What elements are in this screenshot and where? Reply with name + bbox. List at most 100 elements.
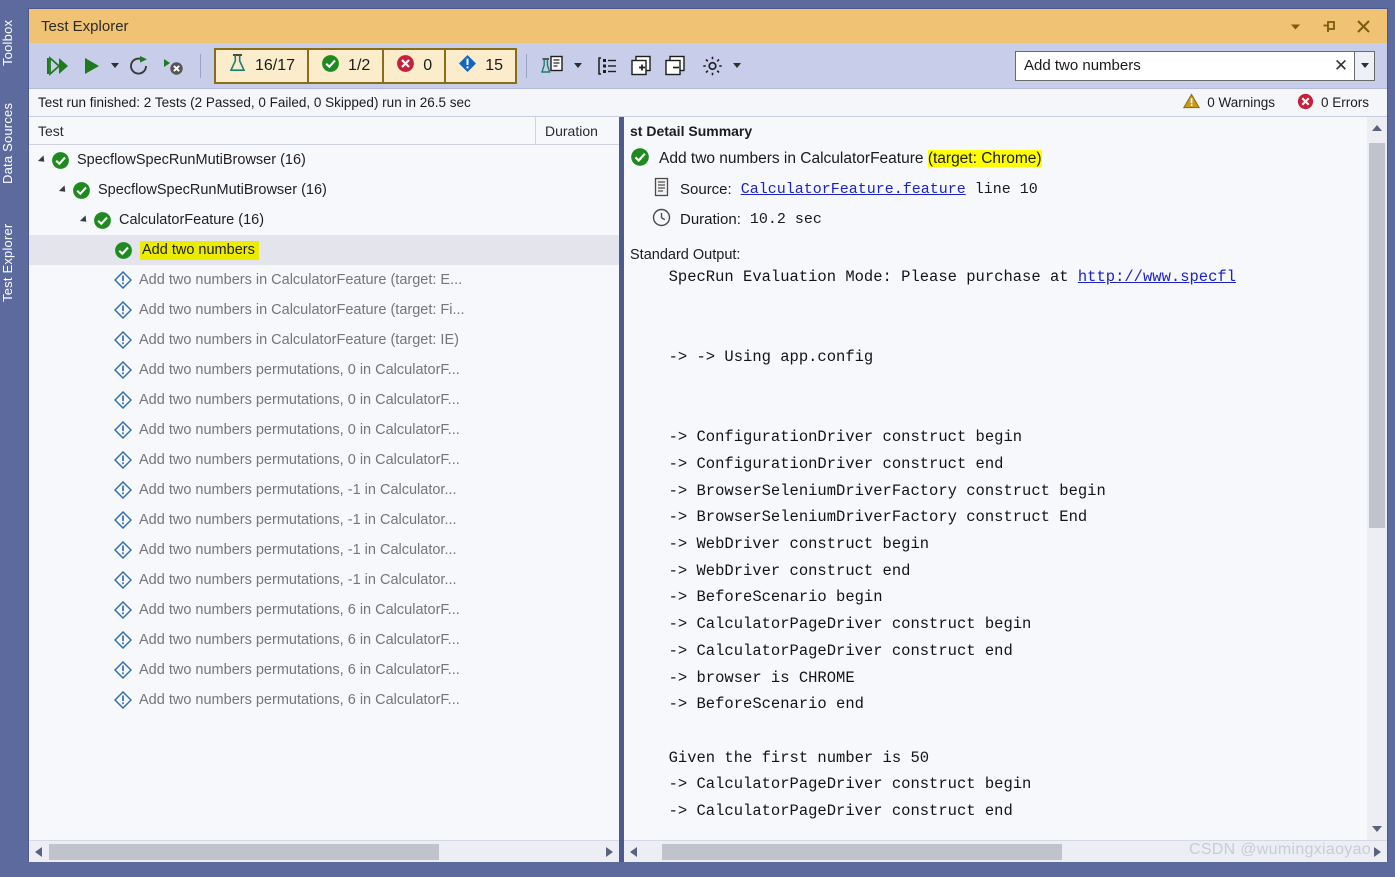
test-explorer-window: Test Explorer 16/17 1/2 0 15 Add two num…: [28, 8, 1388, 862]
settings-button[interactable]: [696, 49, 729, 83]
source-file-link[interactable]: CalculatorFeature.feature: [741, 181, 966, 198]
test-tree-row[interactable]: SpecflowSpecRunMutiBrowser (16): [29, 145, 619, 175]
test-tree-row[interactable]: Add two numbers permutations, -1 in Calc…: [29, 535, 619, 565]
test-tree-row[interactable]: Add two numbers permutations, 6 in Calcu…: [29, 655, 619, 685]
test-tree-row[interactable]: Add two numbers in CalculatorFeature (ta…: [29, 295, 619, 325]
passed-icon: [93, 211, 112, 230]
detail-vscroll-thumb[interactable]: [1369, 143, 1385, 528]
notrun-icon: [458, 54, 477, 78]
dock-tab-test-explorer[interactable]: Test Explorer: [0, 200, 28, 308]
run-button[interactable]: [75, 49, 107, 83]
test-tree-row[interactable]: Add two numbers permutations, 0 in Calcu…: [29, 415, 619, 445]
test-tree-row[interactable]: SpecflowSpecRunMutiBrowser (16): [29, 175, 619, 205]
notrun-tests-value: 15: [485, 56, 503, 74]
test-tree-row[interactable]: Add two numbers permutations, 0 in Calcu…: [29, 355, 619, 385]
expand-collapse-triangle-icon[interactable]: [58, 185, 69, 196]
run-dropdown-caret-icon[interactable]: [111, 63, 119, 68]
notrun-icon: [114, 571, 132, 589]
left-horizontal-scrollbar[interactable]: [29, 840, 619, 862]
errors-indicator[interactable]: 0 Errors: [1297, 93, 1369, 113]
left-hscroll-thumb[interactable]: [49, 843, 439, 860]
warnings-indicator[interactable]: 0 Warnings: [1183, 93, 1275, 112]
expand-collapse-triangle-icon[interactable]: [79, 215, 90, 226]
test-tree-row[interactable]: Add two numbers in CalculatorFeature (ta…: [29, 325, 619, 355]
total-tests-counter[interactable]: 16/17: [216, 49, 310, 82]
expand-collapse-triangle-icon[interactable]: [37, 155, 48, 166]
test-tree-row[interactable]: Add two numbers permutations, -1 in Calc…: [29, 475, 619, 505]
close-icon[interactable]: [1353, 16, 1373, 36]
passed-tests-counter[interactable]: 1/2: [309, 49, 385, 82]
warning-icon: [1183, 93, 1201, 112]
toolbar: 16/17 1/2 0 15 Add two numbers ✕: [29, 43, 1387, 89]
standard-output-log[interactable]: SpecRun Evaluation Mode: Please purchase…: [624, 264, 1387, 825]
right-hscroll-thumb[interactable]: [662, 843, 1062, 860]
detail-panel-title: st Detail Summary: [630, 123, 753, 139]
test-row-label: Add two numbers permutations, -1 in Calc…: [139, 572, 457, 588]
toolbar-separator-1: [200, 53, 201, 78]
run-all-button[interactable]: [39, 49, 75, 83]
dock-tab-toolbox[interactable]: Toolbox: [0, 6, 28, 72]
column-header-duration[interactable]: Duration: [536, 117, 619, 144]
run-status-text: Test run finished: 2 Tests (2 Passed, 0 …: [38, 95, 471, 110]
notrun-tests-counter[interactable]: 15: [446, 50, 515, 82]
errors-label: 0 Errors: [1320, 95, 1369, 110]
test-tree-row[interactable]: Add two numbers in CalculatorFeature (ta…: [29, 265, 619, 295]
failed-tests-counter[interactable]: 0: [384, 49, 447, 82]
scroll-up-icon[interactable]: [1367, 119, 1387, 137]
playlist-dropdown-caret-icon[interactable]: [574, 63, 582, 68]
test-row-label: SpecflowSpecRunMutiBrowser (16): [98, 182, 327, 198]
failed-tests-value: 0: [423, 56, 433, 74]
repeat-last-run-button[interactable]: [123, 49, 156, 83]
column-header-test[interactable]: Test: [29, 117, 536, 144]
expand-all-button[interactable]: [624, 49, 658, 83]
dock-tab-data-sources[interactable]: Data Sources: [0, 84, 28, 190]
notrun-icon: [114, 271, 132, 289]
scroll-right-icon[interactable]: [1367, 842, 1387, 862]
group-by-button[interactable]: [592, 49, 624, 83]
test-tree-row[interactable]: Add two numbers permutations, 0 in Calcu…: [29, 385, 619, 415]
right-hscroll-track[interactable]: [644, 843, 1367, 860]
test-tree-row[interactable]: Add two numbers permutations, 6 in Calcu…: [29, 685, 619, 715]
scroll-down-icon[interactable]: [1367, 820, 1387, 838]
window-controls: [1285, 16, 1373, 36]
test-tree-row[interactable]: Add two numbers permutations, -1 in Calc…: [29, 505, 619, 535]
test-tree-row[interactable]: Add two numbers permutations, -1 in Calc…: [29, 565, 619, 595]
scroll-right-icon[interactable]: [599, 842, 619, 862]
collapse-all-button[interactable]: [658, 49, 692, 83]
test-tree-row[interactable]: Add two numbers: [29, 235, 619, 265]
left-hscroll-track[interactable]: [49, 843, 599, 860]
pin-icon[interactable]: [1319, 16, 1339, 36]
test-row-label: SpecflowSpecRunMutiBrowser (16): [77, 152, 306, 168]
stop-button[interactable]: [156, 49, 191, 83]
detail-source-row: Source: CalculatorFeature.feature line 1…: [624, 177, 1387, 201]
detail-test-header: Add two numbers in CalculatorFeature (ta…: [624, 147, 1387, 170]
specflow-url-link[interactable]: http://www.specfl: [1078, 268, 1236, 286]
search-input[interactable]: [1016, 56, 1328, 75]
settings-dropdown-caret-icon[interactable]: [733, 63, 741, 68]
chevron-down-icon[interactable]: [1285, 16, 1305, 36]
tree-column-headers: Test Duration: [29, 117, 619, 145]
test-row-label: Add two numbers permutations, 0 in Calcu…: [139, 392, 460, 408]
notrun-icon: [114, 661, 132, 679]
test-row-label: CalculatorFeature (16): [119, 212, 265, 228]
playlist-button[interactable]: [536, 49, 570, 83]
search-dropdown-button[interactable]: [1355, 50, 1375, 81]
scroll-left-icon[interactable]: [624, 842, 644, 862]
detail-vertical-scrollbar[interactable]: [1367, 117, 1387, 840]
right-horizontal-scrollbar[interactable]: [624, 840, 1387, 862]
test-tree-row[interactable]: Add two numbers permutations, 6 in Calcu…: [29, 595, 619, 625]
test-tree-row[interactable]: CalculatorFeature (16): [29, 205, 619, 235]
test-tree-row[interactable]: Add two numbers permutations, 6 in Calcu…: [29, 625, 619, 655]
notrun-icon: [114, 601, 132, 619]
log-purchase-line: SpecRun Evaluation Mode: Please purchase…: [650, 268, 1078, 286]
scroll-left-icon[interactable]: [29, 842, 49, 862]
test-tree-row[interactable]: Add two numbers permutations, 0 in Calcu…: [29, 445, 619, 475]
search-box[interactable]: ✕: [1015, 50, 1355, 81]
total-tests-value: 16/17: [255, 56, 296, 74]
clear-search-icon[interactable]: ✕: [1328, 52, 1354, 80]
